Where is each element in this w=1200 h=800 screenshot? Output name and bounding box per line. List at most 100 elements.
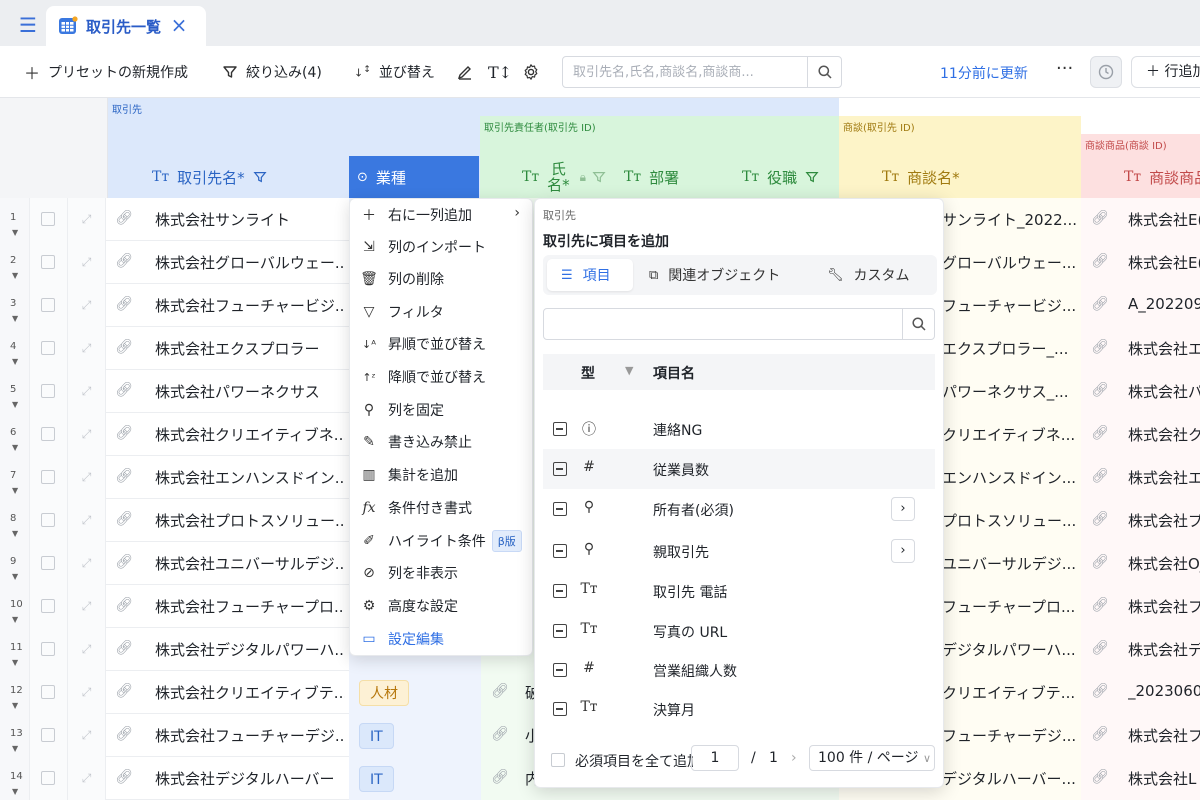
link-icon[interactable]: 🔗︎	[112, 683, 136, 703]
cell-deal-product[interactable]: 🔗︎ _20230609	[1081, 671, 1200, 714]
menu-item-delete[interactable]: 🗑︎ 列の削除	[350, 263, 534, 295]
link-icon[interactable]: 🔗︎	[112, 597, 136, 617]
new-preset-button[interactable]: ＋ プリセットの新規作成	[24, 60, 188, 84]
hamburger-menu-icon[interactable]: ☰	[14, 12, 42, 38]
tab-account-list[interactable]: 取引先一覧 ×	[46, 6, 206, 46]
page-number-input[interactable]: 1	[691, 745, 739, 771]
link-icon[interactable]: 🔗︎	[1091, 339, 1109, 355]
link-icon[interactable]: 🔗︎	[112, 468, 136, 488]
field-row[interactable]: ⚲ 親取引先 ›	[543, 531, 935, 571]
add-row-button[interactable]: ＋ 行追加	[1131, 56, 1200, 88]
menu-item-pin[interactable]: ⚲ 列を固定	[350, 394, 534, 426]
expand-row-icon[interactable]: ⤢	[68, 542, 106, 585]
link-icon[interactable]: 🔗︎	[491, 726, 509, 742]
link-icon[interactable]: 🔗︎	[1091, 511, 1109, 527]
column-header-deal-product[interactable]: Tт 商談商品	[1124, 156, 1200, 198]
next-page-icon[interactable]: ›	[791, 750, 797, 766]
row-checkbox[interactable]	[41, 685, 55, 699]
column-header-deal-name[interactable]: Tт 商談名*	[882, 156, 960, 198]
cell-account-name[interactable]: 株式会社ユニバーサルデジ...	[155, 553, 345, 574]
cell-account-name[interactable]: 株式会社デジタルハーバー	[155, 768, 345, 789]
row-number[interactable]: 6 ▼	[0, 413, 30, 456]
expand-row-icon[interactable]: ⤢	[68, 198, 106, 241]
expand-row-icon[interactable]: ⤢	[68, 714, 106, 757]
link-icon[interactable]: 🔗︎	[112, 296, 136, 316]
collapse-icon[interactable]	[553, 584, 567, 598]
updated-status[interactable]: 11分前に更新	[940, 63, 1028, 83]
caret-down-icon[interactable]: ▼	[12, 744, 18, 753]
sort-button[interactable]: ↓↕ 並び替え	[354, 60, 435, 84]
row-number[interactable]: 12 ▼	[0, 671, 30, 714]
caret-down-icon[interactable]: ▼	[12, 314, 18, 323]
link-icon[interactable]: 🔗︎	[112, 511, 136, 531]
cell-industry[interactable]: 人材	[349, 671, 481, 714]
link-icon[interactable]: 🔗︎	[1091, 640, 1109, 656]
cell-deal-product[interactable]: 🔗︎ 株式会社エ	[1081, 456, 1200, 499]
cell-deal-product[interactable]: 🔗︎ 株式会社エ	[1081, 327, 1200, 370]
cell-account-name[interactable]: 株式会社フューチャービジ...	[155, 295, 345, 316]
expand-row-icon[interactable]: ⤢	[68, 628, 106, 671]
row-checkbox[interactable]	[41, 341, 55, 355]
row-checkbox[interactable]	[41, 728, 55, 742]
link-icon[interactable]: 🔗︎	[1091, 554, 1109, 570]
caret-down-icon[interactable]: ▼	[12, 357, 18, 366]
link-icon[interactable]: 🔗︎	[112, 554, 136, 574]
menu-item-sort-asc[interactable]: ↓ᴬ 昇順で並び替え	[350, 328, 534, 360]
column-header-industry[interactable]: ⊙ 業種	[349, 156, 479, 198]
row-number[interactable]: 9 ▼	[0, 542, 30, 585]
collapse-icon[interactable]	[553, 624, 567, 638]
collapse-icon[interactable]	[553, 702, 567, 716]
row-checkbox[interactable]	[41, 599, 55, 613]
menu-item-highlight[interactable]: ✐ ハイライト条件 β版	[350, 525, 534, 557]
menu-item-sort-desc[interactable]: ↑ᶻ 降順で並び替え	[350, 361, 534, 393]
link-icon[interactable]: 🔗︎	[112, 769, 136, 789]
caret-down-icon[interactable]: ▼	[12, 615, 18, 624]
expand-row-icon[interactable]: ⤢	[68, 413, 106, 456]
collapse-icon[interactable]	[553, 502, 567, 516]
more-options-icon[interactable]: ···	[1056, 58, 1073, 79]
filter-button[interactable]: 絞り込み(4)	[222, 60, 322, 84]
cell-deal-product[interactable]: 🔗︎ 株式会社フ	[1081, 585, 1200, 628]
field-row[interactable]: Tт 決算月	[543, 689, 935, 729]
menu-item-readonly[interactable]: ✎ 書き込み禁止	[350, 426, 534, 458]
link-icon[interactable]: 🔗︎	[1091, 296, 1109, 312]
cell-deal-product[interactable]: 🔗︎ 株式会社パ	[1081, 370, 1200, 413]
link-icon[interactable]: 🔗︎	[112, 253, 136, 273]
caret-down-icon[interactable]: ▼	[12, 701, 18, 710]
tab-custom[interactable]: 🔧︎ カスタム	[827, 259, 910, 291]
cell-account-name[interactable]: 株式会社プロトスソリュー...	[155, 510, 345, 531]
caret-down-icon[interactable]: ▼	[12, 658, 18, 667]
cell-account-name[interactable]: 株式会社エンハンスドイン...	[155, 467, 345, 488]
highlight-button[interactable]	[456, 60, 474, 84]
cell-account-name[interactable]: 株式会社クリエイティブテ...	[155, 682, 345, 703]
row-number[interactable]: 1 ▼	[0, 198, 30, 241]
field-row[interactable]: # 従業員数	[543, 449, 935, 489]
expand-row-icon[interactable]: ⤢	[68, 585, 106, 628]
column-header-title[interactable]: Tт 役職	[742, 156, 819, 198]
row-checkbox[interactable]	[41, 255, 55, 269]
row-number[interactable]: 8 ▼	[0, 499, 30, 542]
select-required-checkbox[interactable]	[551, 753, 565, 767]
cell-account-name[interactable]: 株式会社クリエイティブネ...	[155, 424, 345, 445]
menu-item-edit-settings[interactable]: ▭ 設定編集	[350, 623, 534, 655]
search-button[interactable]	[807, 57, 841, 87]
link-icon[interactable]: 🔗︎	[1091, 425, 1109, 441]
field-row[interactable]: # 営業組織人数	[543, 650, 935, 690]
link-icon[interactable]: 🔗︎	[1091, 382, 1109, 398]
expand-row-icon[interactable]: ⤢	[68, 499, 106, 542]
link-icon[interactable]: 🔗︎	[1091, 683, 1109, 699]
menu-item-add-right[interactable]: ＋ 右に一列追加 ›	[350, 199, 534, 231]
caret-down-icon[interactable]: ▼	[12, 572, 18, 581]
cell-deal-product[interactable]: 🔗︎ 株式会社フ	[1081, 714, 1200, 757]
chevron-right-icon[interactable]: ›	[891, 497, 915, 521]
cell-account-name[interactable]: 株式会社フューチャーデジ...	[155, 725, 345, 746]
search-input[interactable]	[563, 57, 809, 87]
collapse-icon[interactable]	[553, 462, 567, 476]
row-number[interactable]: 4 ▼	[0, 327, 30, 370]
cell-industry[interactable]: IT	[349, 714, 481, 757]
filter-icon[interactable]	[805, 170, 819, 184]
column-header-account-name[interactable]: Tт 取引先名*	[152, 156, 267, 198]
caret-down-icon[interactable]: ▼	[12, 228, 18, 237]
link-icon[interactable]: 🔗︎	[491, 683, 509, 699]
row-checkbox[interactable]	[41, 642, 55, 656]
